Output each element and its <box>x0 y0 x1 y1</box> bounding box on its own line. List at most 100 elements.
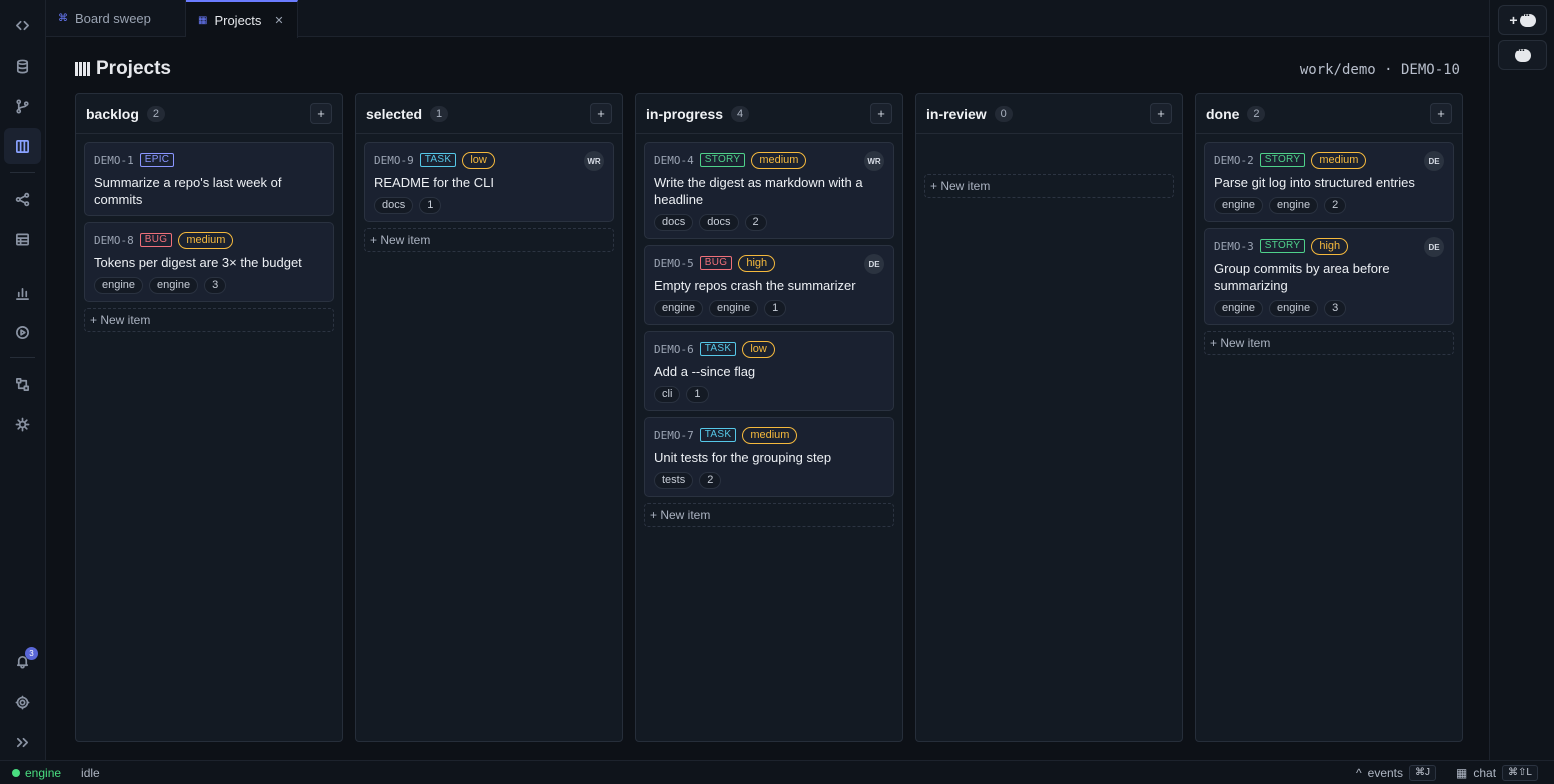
card-demo-6[interactable]: DEMO-6 TASK low Add a --since flag cli 1 <box>644 331 894 411</box>
column-header: in-progress 4 + <box>636 94 902 134</box>
tag-chip[interactable]: engine <box>1214 300 1264 317</box>
add-card-button[interactable]: + <box>870 103 892 124</box>
integrations-icon[interactable] <box>4 406 41 442</box>
tag-chip[interactable]: cli <box>654 386 681 403</box>
plus-icon: + <box>1509 12 1518 28</box>
card-meta: DEMO-8 BUG medium <box>94 231 324 249</box>
card-title: Parse git log into structured entries <box>1214 175 1415 190</box>
priority-badge: high <box>1311 237 1349 255</box>
card-list: DEMO-4 STORY medium WR Write the digest as m… <box>636 134 902 527</box>
card-demo-9[interactable]: DEMO-9 TASK low WR README for the CLI docs 1 <box>364 142 614 222</box>
tag-chip[interactable]: 2 <box>699 472 722 489</box>
add-card-button[interactable]: + <box>310 103 332 124</box>
column-in-progress: in-progress 4 + DEMO-4 STORY medium WR Write th… <box>635 93 903 742</box>
tag-chip[interactable]: engine <box>709 300 759 317</box>
new-item-button[interactable]: + New item <box>1204 331 1454 355</box>
tag-chip[interactable]: engine <box>1214 197 1264 214</box>
add-card-button[interactable]: + <box>1430 103 1452 124</box>
card-demo-5[interactable]: DEMO-5 BUG high DE Empty repos crash the sum… <box>644 245 894 325</box>
tab-board-sweep[interactable]: ⌘ Board sweep <box>46 0 186 37</box>
card-meta: DEMO-9 TASK low <box>374 151 604 169</box>
tag-chip[interactable]: docs <box>654 214 694 231</box>
priority-badge: medium <box>1311 151 1367 169</box>
avatar[interactable]: DE <box>1424 237 1444 257</box>
database-icon[interactable] <box>4 48 41 84</box>
tab-projects[interactable]: ▦ Projects ✕ <box>186 0 298 38</box>
notifications-icon[interactable]: 3 <box>4 643 41 679</box>
panel-icon: ▦ <box>1456 765 1468 780</box>
avatar[interactable]: DE <box>1424 151 1444 171</box>
column-title: selected <box>366 105 423 122</box>
new-item-button[interactable]: + New item <box>84 308 334 332</box>
tag-chip[interactable]: 1 <box>419 197 442 214</box>
tag-chip[interactable]: docs <box>699 214 739 231</box>
new-item-button[interactable]: + New item <box>924 174 1174 198</box>
tag-chip[interactable]: 3 <box>204 277 227 294</box>
code-icon[interactable] <box>4 7 41 43</box>
card-title: Empty repos crash the summarizer <box>654 278 856 293</box>
tag-chip[interactable]: 1 <box>686 386 709 403</box>
engine-label: engine <box>25 765 62 780</box>
card-tags: engine engine 1 <box>654 300 884 317</box>
chart-icon[interactable] <box>4 275 41 311</box>
layout-icon[interactable] <box>4 221 41 257</box>
tag-chip[interactable]: 1 <box>764 300 787 317</box>
tag-chip[interactable]: engine <box>654 300 704 317</box>
card-list: DEMO-9 TASK low WR README for the CLI docs 1 + … <box>356 134 622 252</box>
chat-button[interactable] <box>1498 40 1547 70</box>
new-item-button[interactable]: + New item <box>364 228 614 252</box>
close-icon[interactable]: ✕ <box>274 14 283 27</box>
card-tags: cli 1 <box>654 386 884 403</box>
chat-toggle[interactable]: chat <box>1473 766 1496 780</box>
column-count-badge: 4 <box>731 105 750 122</box>
column-done: done 2 + DEMO-2 STORY medium DE Parse git log i… <box>1195 93 1463 742</box>
avatar[interactable]: WR <box>864 151 884 171</box>
column-header: in-review 0 + <box>916 94 1182 134</box>
new-chat-button[interactable]: + <box>1498 5 1547 35</box>
card-meta: DEMO-4 STORY medium <box>654 151 884 169</box>
events-toggle[interactable]: events <box>1368 766 1403 780</box>
card-list: DEMO-2 STORY medium DE Parse git log into st… <box>1196 134 1462 355</box>
tag-chip[interactable]: docs <box>374 197 414 214</box>
card-demo-4[interactable]: DEMO-4 STORY medium WR Write the digest as m… <box>644 142 894 239</box>
card-tags: engine engine 2 <box>1214 197 1444 214</box>
command-icon: ⌘ <box>58 13 68 24</box>
priority-badge: low <box>462 151 495 169</box>
tag-chip[interactable]: engine <box>1269 300 1319 317</box>
card-id: DEMO-9 <box>374 153 414 167</box>
card-demo-1[interactable]: DEMO-1 EPIC Summarize a repo's last week o… <box>84 142 334 216</box>
tag-chip[interactable]: 2 <box>744 214 767 231</box>
card-tags: engine engine 3 <box>94 277 324 294</box>
board-icon[interactable] <box>4 128 41 164</box>
tag-chip[interactable]: 3 <box>1324 300 1347 317</box>
workflow-icon[interactable] <box>4 366 41 402</box>
card-list: + New item <box>916 134 1182 198</box>
engine-status[interactable]: engine <box>12 766 61 780</box>
tag-chip[interactable]: engine <box>149 277 199 294</box>
card-id: DEMO-7 <box>654 428 694 442</box>
tag-chip[interactable]: engine <box>94 277 144 294</box>
avatar[interactable]: WR <box>584 151 604 171</box>
new-item-button[interactable]: + New item <box>644 503 894 527</box>
share-icon[interactable] <box>4 181 41 217</box>
avatar[interactable]: DE <box>864 254 884 274</box>
git-branch-icon[interactable] <box>4 88 41 124</box>
column-title: done <box>1206 105 1240 122</box>
tag-chip[interactable]: tests <box>654 472 694 489</box>
card-demo-7[interactable]: DEMO-7 TASK medium Unit tests for the group… <box>644 417 894 497</box>
type-badge: TASK <box>699 428 737 442</box>
card-demo-8[interactable]: DEMO-8 BUG medium Tokens per digest are 3× … <box>84 222 334 302</box>
card-demo-3[interactable]: DEMO-3 STORY high DE Group commits by area b… <box>1204 228 1454 325</box>
settings-icon[interactable] <box>4 684 41 720</box>
play-icon[interactable] <box>4 314 41 350</box>
card-id: DEMO-2 <box>1214 153 1254 167</box>
tag-chip[interactable]: engine <box>1269 197 1319 214</box>
tag-chip[interactable]: 2 <box>1324 197 1347 214</box>
events-shortcut: ⌘J <box>1409 764 1437 781</box>
card-demo-2[interactable]: DEMO-2 STORY medium DE Parse git log into st… <box>1204 142 1454 222</box>
page-title-text: Projects <box>96 58 171 79</box>
add-card-button[interactable]: + <box>1150 103 1172 124</box>
card-id: DEMO-6 <box>654 342 694 356</box>
add-card-button[interactable]: + <box>590 103 612 124</box>
expand-icon[interactable] <box>4 724 41 760</box>
